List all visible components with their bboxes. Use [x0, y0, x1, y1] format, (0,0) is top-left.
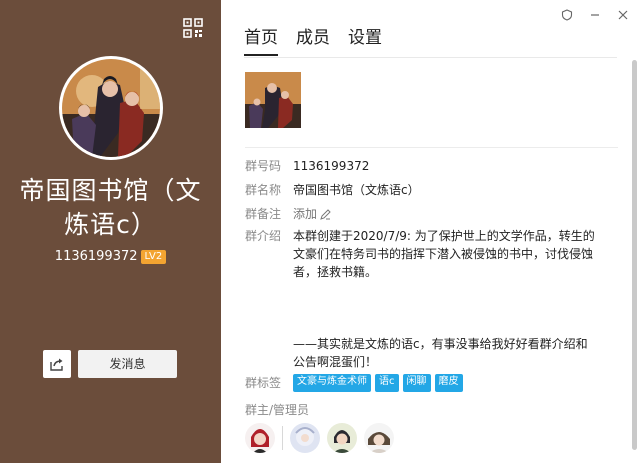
- send-message-button[interactable]: 发消息: [78, 350, 177, 378]
- info-row-remark: 群备注 添加: [245, 205, 331, 223]
- scrollbar-thumb[interactable]: [632, 60, 637, 450]
- group-avatar[interactable]: [59, 56, 163, 160]
- edit-icon: [320, 208, 331, 220]
- share-icon: [50, 358, 63, 371]
- group-tags-label: 群标签: [245, 376, 282, 390]
- tab-divider: [244, 57, 617, 58]
- tag-item[interactable]: 磨皮: [434, 374, 463, 392]
- group-name-value: 帝国图书馆（文炼语c）: [293, 183, 420, 197]
- group-id-value: 1136199372: [293, 159, 370, 173]
- tag-item[interactable]: 语c: [375, 374, 399, 392]
- share-button[interactable]: [43, 350, 71, 378]
- tag-item[interactable]: 闲聊: [402, 374, 431, 392]
- group-avatar-image: [62, 59, 160, 157]
- admin-avatar[interactable]: [364, 423, 394, 453]
- admin-avatar[interactable]: [327, 423, 357, 453]
- minimize-icon[interactable]: [588, 8, 602, 22]
- owner-avatar[interactable]: [245, 423, 275, 453]
- close-icon[interactable]: [616, 8, 630, 22]
- tag-list: 文豪与炼金术师 语c 闲聊 磨皮: [293, 374, 463, 392]
- level-badge: LV2: [140, 250, 167, 264]
- info-row-tags: 群标签 文豪与炼金术师 语c 闲聊 磨皮: [245, 374, 463, 392]
- group-id: 1136199372: [54, 249, 138, 264]
- info-row-name: 群名称 帝国图书馆（文炼语c）: [245, 181, 420, 199]
- group-intro-text: 本群创建于2020/7/9: 为了保护世上的文学作品，转生的文豪们在特务司书的指…: [293, 229, 595, 369]
- add-remark-link[interactable]: 添加: [293, 205, 331, 223]
- group-id-label: 群号码: [245, 159, 282, 173]
- tag-item[interactable]: 文豪与炼金术师: [293, 374, 371, 392]
- group-name: 帝国图书馆（文炼语c）: [19, 176, 202, 239]
- scrollbar[interactable]: [632, 60, 638, 455]
- section-divider: [245, 147, 618, 148]
- admin-divider: [282, 426, 283, 450]
- qr-code-icon[interactable]: [183, 18, 203, 38]
- tab-home[interactable]: 首页: [244, 26, 278, 56]
- tab-bar: 首页 成员 设置: [244, 26, 382, 56]
- group-photo-thumbnail[interactable]: [245, 72, 301, 128]
- group-detail-panel: 首页 成员 设置 群号码 1136199372 群名称 帝国图书馆（文炼语c） …: [221, 0, 640, 463]
- admin-list: [245, 423, 394, 453]
- group-name-label: 群名称: [245, 183, 282, 197]
- admins-label: 群主/管理员: [245, 403, 310, 417]
- shield-icon[interactable]: [560, 8, 574, 22]
- info-row-id: 群号码 1136199372: [245, 157, 369, 175]
- group-remark-label: 群备注: [245, 207, 282, 221]
- group-id-row: 1136199372 LV2: [0, 248, 221, 266]
- admin-avatar[interactable]: [290, 423, 320, 453]
- window-controls: [560, 8, 630, 22]
- add-remark-label: 添加: [293, 207, 318, 221]
- info-row-intro: 群介绍 本群创建于2020/7/9: 为了保护世上的文学作品，转生的文豪们在特务…: [245, 227, 598, 371]
- group-profile-sidebar: 帝国图书馆（文炼语c） 1136199372 LV2 发消息: [0, 0, 221, 463]
- tab-settings[interactable]: 设置: [348, 26, 382, 56]
- tab-members[interactable]: 成员: [296, 26, 330, 56]
- group-intro-label: 群介绍: [245, 229, 282, 243]
